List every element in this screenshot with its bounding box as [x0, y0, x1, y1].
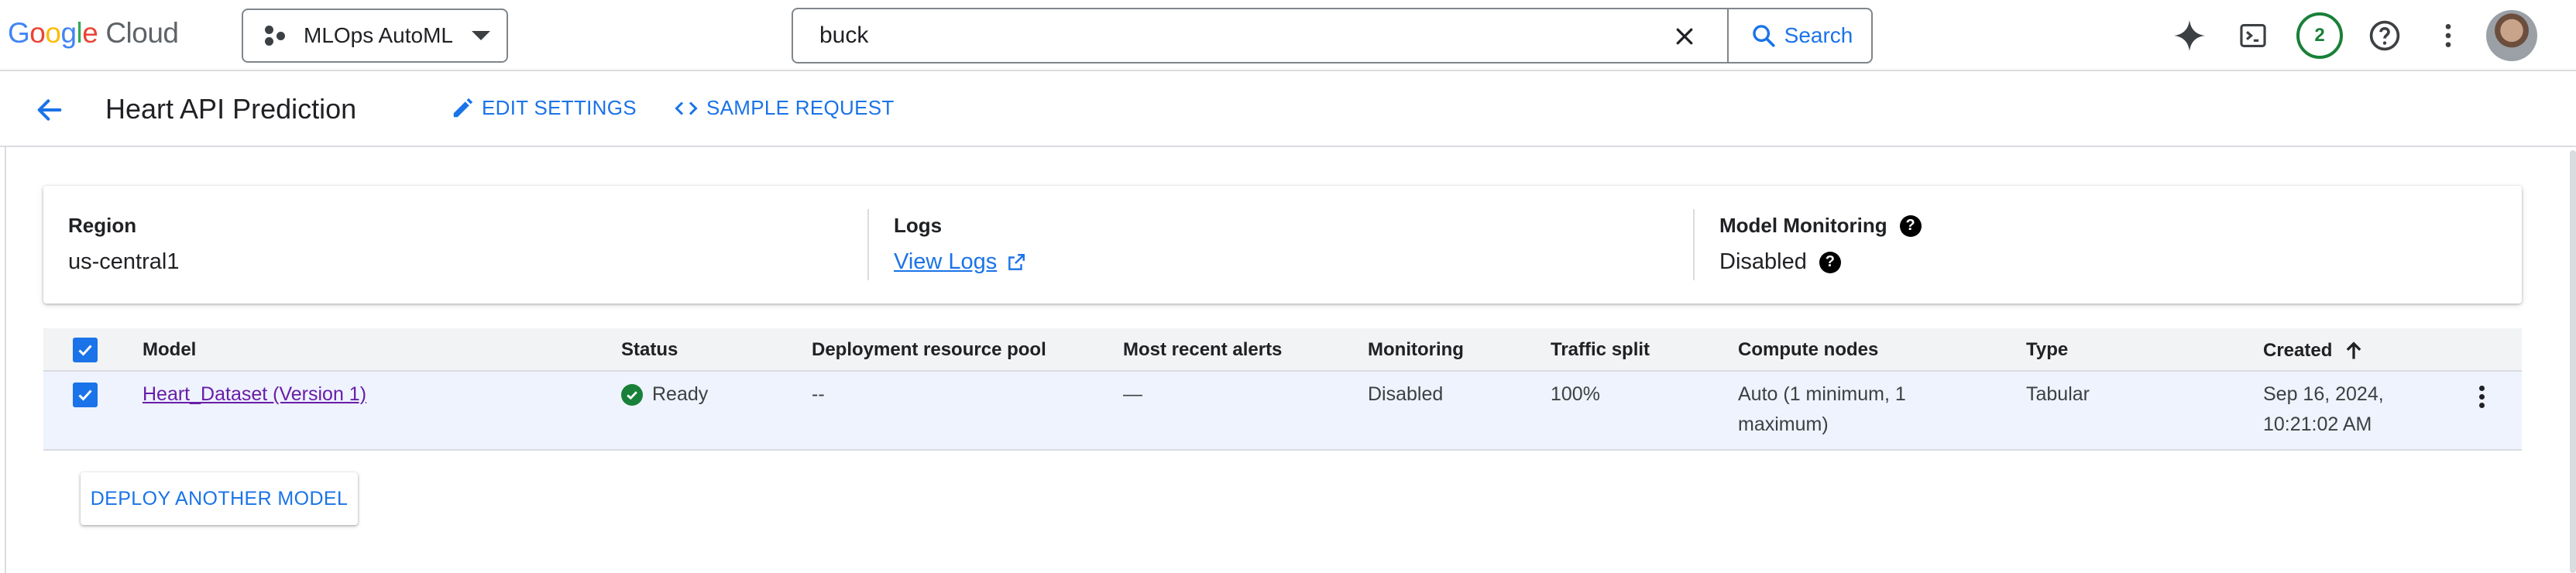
search-bar: Search	[792, 8, 1873, 63]
model-monitoring-text: Model Monitoring	[1719, 214, 1887, 237]
logo-letter: e	[82, 17, 98, 49]
project-icon	[263, 24, 288, 47]
deploy-another-model-button[interactable]: DEPLOY ANOTHER MODEL	[81, 472, 358, 525]
help-icon[interactable]: ?	[1899, 214, 1922, 237]
page-header: Heart API Prediction EDIT SETTINGS SAMPL…	[0, 73, 2576, 147]
created-time: 10:21:02 AM	[2263, 413, 2372, 435]
pencil-icon	[453, 98, 473, 117]
open-in-new-icon	[1008, 253, 1025, 270]
divider	[5, 147, 6, 573]
model-monitoring-label: Model Monitoring ?	[1719, 214, 1922, 238]
column-header-created-label: Created	[2263, 340, 2333, 361]
column-header-model[interactable]: Model	[143, 339, 196, 361]
compute-cell: Auto (1 minimum, 1 maximum)	[1738, 379, 1906, 440]
model-monitoring-status: Disabled	[1719, 249, 1807, 274]
model-monitoring-value: Disabled ?	[1719, 249, 1841, 275]
column-header-alerts[interactable]: Most recent alerts	[1123, 339, 1282, 361]
notifications-button[interactable]: 2	[2296, 12, 2344, 60]
region-label: Region	[68, 214, 137, 237]
column-header-traffic[interactable]: Traffic split	[1551, 339, 1650, 361]
arrow-up-icon	[2347, 341, 2361, 359]
endpoint-info-card: Region us-central1 Logs View Logs Model …	[43, 186, 2522, 304]
back-arrow-icon[interactable]	[31, 91, 68, 129]
created-date: Sep 16, 2024,	[2263, 383, 2384, 405]
model-link[interactable]: Heart_Dataset (Version 1)	[143, 379, 366, 410]
project-picker[interactable]: MLOps AutoML	[242, 9, 508, 63]
chevron-down-icon	[471, 31, 490, 40]
column-header-pool[interactable]: Deployment resource pool	[812, 339, 1046, 361]
edit-settings-button[interactable]: EDIT SETTINGS	[451, 96, 637, 120]
column-header-monitoring[interactable]: Monitoring	[1368, 339, 1464, 361]
avatar[interactable]	[2486, 10, 2537, 61]
help-icon[interactable]	[2361, 12, 2409, 60]
notification-count: 2	[2296, 12, 2343, 59]
edit-settings-label: EDIT SETTINGS	[482, 96, 637, 119]
search-input[interactable]	[793, 9, 1614, 62]
more-vert-icon[interactable]	[2468, 383, 2495, 410]
page-title: Heart API Prediction	[105, 93, 357, 125]
model-name: Heart_Dataset (Version 1)	[143, 383, 367, 405]
row-checkbox[interactable]	[73, 383, 98, 407]
type-cell: Tabular	[2026, 383, 2090, 405]
search-icon	[1752, 25, 1775, 47]
gemini-icon[interactable]	[2166, 12, 2214, 60]
region-value: us-central1	[68, 249, 180, 274]
column-header-created[interactable]: Created	[2263, 339, 2365, 362]
logo-letter: o	[45, 17, 61, 49]
code-icon	[675, 101, 698, 115]
sample-request-label: SAMPLE REQUEST	[706, 96, 895, 119]
close-icon[interactable]	[1668, 20, 1701, 53]
compute-line: Auto (1 minimum, 1	[1738, 383, 1906, 405]
top-app-bar: Google Cloud MLOps AutoML Search 2	[0, 0, 2576, 71]
logo-letter: l	[76, 17, 83, 49]
search-button-label: Search	[1784, 23, 1853, 47]
compute-line: maximum)	[1738, 413, 1829, 435]
logo-letter: G	[8, 17, 30, 49]
logs-label: Logs	[894, 214, 943, 237]
more-vert-icon[interactable]	[2424, 12, 2472, 60]
help-icon[interactable]: ?	[1819, 251, 1841, 273]
divider	[867, 209, 869, 280]
traffic-cell: 100%	[1551, 383, 1600, 405]
table-header: Model Status Deployment resource pool Mo…	[43, 328, 2522, 372]
column-header-type[interactable]: Type	[2026, 339, 2068, 361]
table-row[interactable]: Heart_Dataset (Version 1) Ready -- — Dis…	[43, 372, 2522, 451]
google-cloud-logo[interactable]: Google Cloud	[8, 17, 179, 54]
alerts-cell: —	[1123, 383, 1142, 405]
monitoring-cell: Disabled	[1368, 383, 1444, 405]
column-header-compute[interactable]: Compute nodes	[1738, 339, 1878, 361]
sample-request-button[interactable]: SAMPLE REQUEST	[674, 96, 895, 120]
view-logs-link[interactable]: View Logs	[894, 249, 1026, 275]
logo-letter: g	[60, 17, 77, 49]
status-cell: Ready	[621, 379, 708, 410]
select-all-checkbox[interactable]	[73, 338, 98, 362]
logo-letter: o	[29, 17, 46, 49]
column-header-status[interactable]: Status	[621, 339, 678, 361]
scrollbar[interactable]	[2570, 150, 2576, 573]
logo-product: Cloud	[105, 17, 179, 49]
project-name: MLOps AutoML	[304, 23, 453, 47]
created-cell: Sep 16, 2024, 10:21:02 AM	[2263, 379, 2384, 440]
check-circle-icon	[621, 383, 643, 406]
view-logs-text: View Logs	[894, 249, 998, 274]
pool-cell: --	[812, 383, 825, 405]
top-actions: 2	[2166, 0, 2537, 71]
search-button[interactable]: Search	[1727, 9, 1871, 62]
cloud-shell-icon[interactable]	[2229, 12, 2277, 60]
divider	[1693, 209, 1695, 280]
status-text: Ready	[652, 383, 709, 405]
